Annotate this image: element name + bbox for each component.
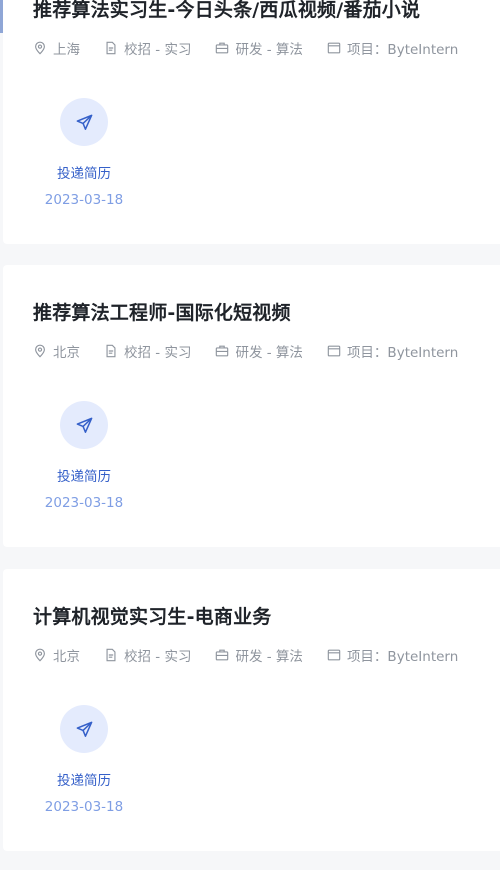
job-list: 推荐算法实习生-今日头条/西瓜视频/番茄小说 上海 校招 - 实习 研发 - 算…: [0, 0, 500, 870]
job-location-text: 北京: [53, 345, 80, 361]
job-project-text: 项目：ByteIntern: [346, 649, 459, 665]
job-meta: 北京 校招 - 实习 研发 - 算法 项目：ByteIntern: [33, 645, 482, 665]
job-location-text: 北京: [53, 649, 80, 665]
job-type-text: 校招 - 实习: [124, 345, 192, 361]
job-category-text: 研发 - 算法: [235, 649, 303, 665]
job-project: 项目：ByteIntern: [327, 341, 458, 361]
job-type-text: 校招 - 实习: [124, 42, 192, 58]
location-pin-icon: [35, 344, 45, 358]
briefcase-icon: [216, 649, 229, 661]
job-location: 北京: [33, 341, 80, 361]
job-project-text: 项目：ByteIntern: [346, 42, 459, 58]
job-category: 研发 - 算法: [215, 38, 303, 58]
briefcase-icon: [216, 42, 229, 54]
job-card[interactable]: 推荐算法实习生-今日头条/西瓜视频/番茄小说 上海 校招 - 实习 研发 - 算…: [0, 0, 500, 244]
job-meta: 北京 校招 - 实习 研发 - 算法 项目：ByteIntern: [33, 341, 482, 361]
job-category-text: 研发 - 算法: [235, 345, 303, 361]
job-project: 项目：ByteIntern: [327, 645, 458, 665]
job-location: 北京: [33, 645, 80, 665]
job-category: 研发 - 算法: [215, 645, 303, 665]
post-date: 2023-03-18: [44, 495, 124, 511]
job-type-text: 校招 - 实习: [124, 649, 192, 665]
job-title[interactable]: 推荐算法工程师-国际化短视频: [33, 298, 291, 325]
apply-label[interactable]: 投递简历: [33, 162, 135, 182]
document-icon: [106, 648, 116, 662]
location-pin-icon: [35, 648, 45, 662]
document-icon: [106, 344, 116, 358]
apply-button[interactable]: [60, 705, 108, 753]
post-date: 2023-03-18: [44, 192, 124, 208]
document-icon: [106, 41, 116, 55]
job-card[interactable]: 计算机视觉实习生-电商业务 北京 校招 - 实习 研发 - 算法 项目：Byte…: [3, 569, 500, 851]
job-project-text: 项目：ByteIntern: [346, 345, 459, 361]
post-date: 2023-03-18: [44, 799, 124, 815]
location-pin-icon: [35, 41, 45, 55]
apply-button[interactable]: [60, 401, 108, 449]
window-icon: [327, 345, 341, 357]
paper-plane-icon: [76, 114, 92, 130]
apply-label[interactable]: 投递简历: [33, 769, 135, 789]
scroll-accent-bar: [0, 0, 3, 33]
job-type: 校招 - 实习: [104, 38, 191, 58]
window-icon: [327, 649, 341, 661]
job-meta: 上海 校招 - 实习 研发 - 算法 项目：ByteIntern: [33, 38, 482, 58]
job-location: 上海: [33, 38, 80, 58]
job-type: 校招 - 实习: [104, 645, 191, 665]
paper-plane-icon: [76, 417, 92, 433]
job-type: 校招 - 实习: [104, 341, 191, 361]
apply-label[interactable]: 投递简历: [33, 465, 135, 485]
apply-button[interactable]: [60, 98, 108, 146]
job-location-text: 上海: [53, 42, 80, 58]
job-category: 研发 - 算法: [215, 341, 303, 361]
job-project: 项目：ByteIntern: [327, 38, 458, 58]
job-title[interactable]: 计算机视觉实习生-电商业务: [33, 602, 272, 629]
job-category-text: 研发 - 算法: [235, 42, 303, 58]
briefcase-icon: [216, 345, 229, 357]
window-icon: [327, 42, 341, 54]
job-card[interactable]: 推荐算法工程师-国际化短视频 北京 校招 - 实习 研发 - 算法 项目：Byt…: [3, 265, 500, 547]
paper-plane-icon: [76, 721, 92, 737]
job-title[interactable]: 推荐算法实习生-今日头条/西瓜视频/番茄小说: [33, 0, 420, 22]
